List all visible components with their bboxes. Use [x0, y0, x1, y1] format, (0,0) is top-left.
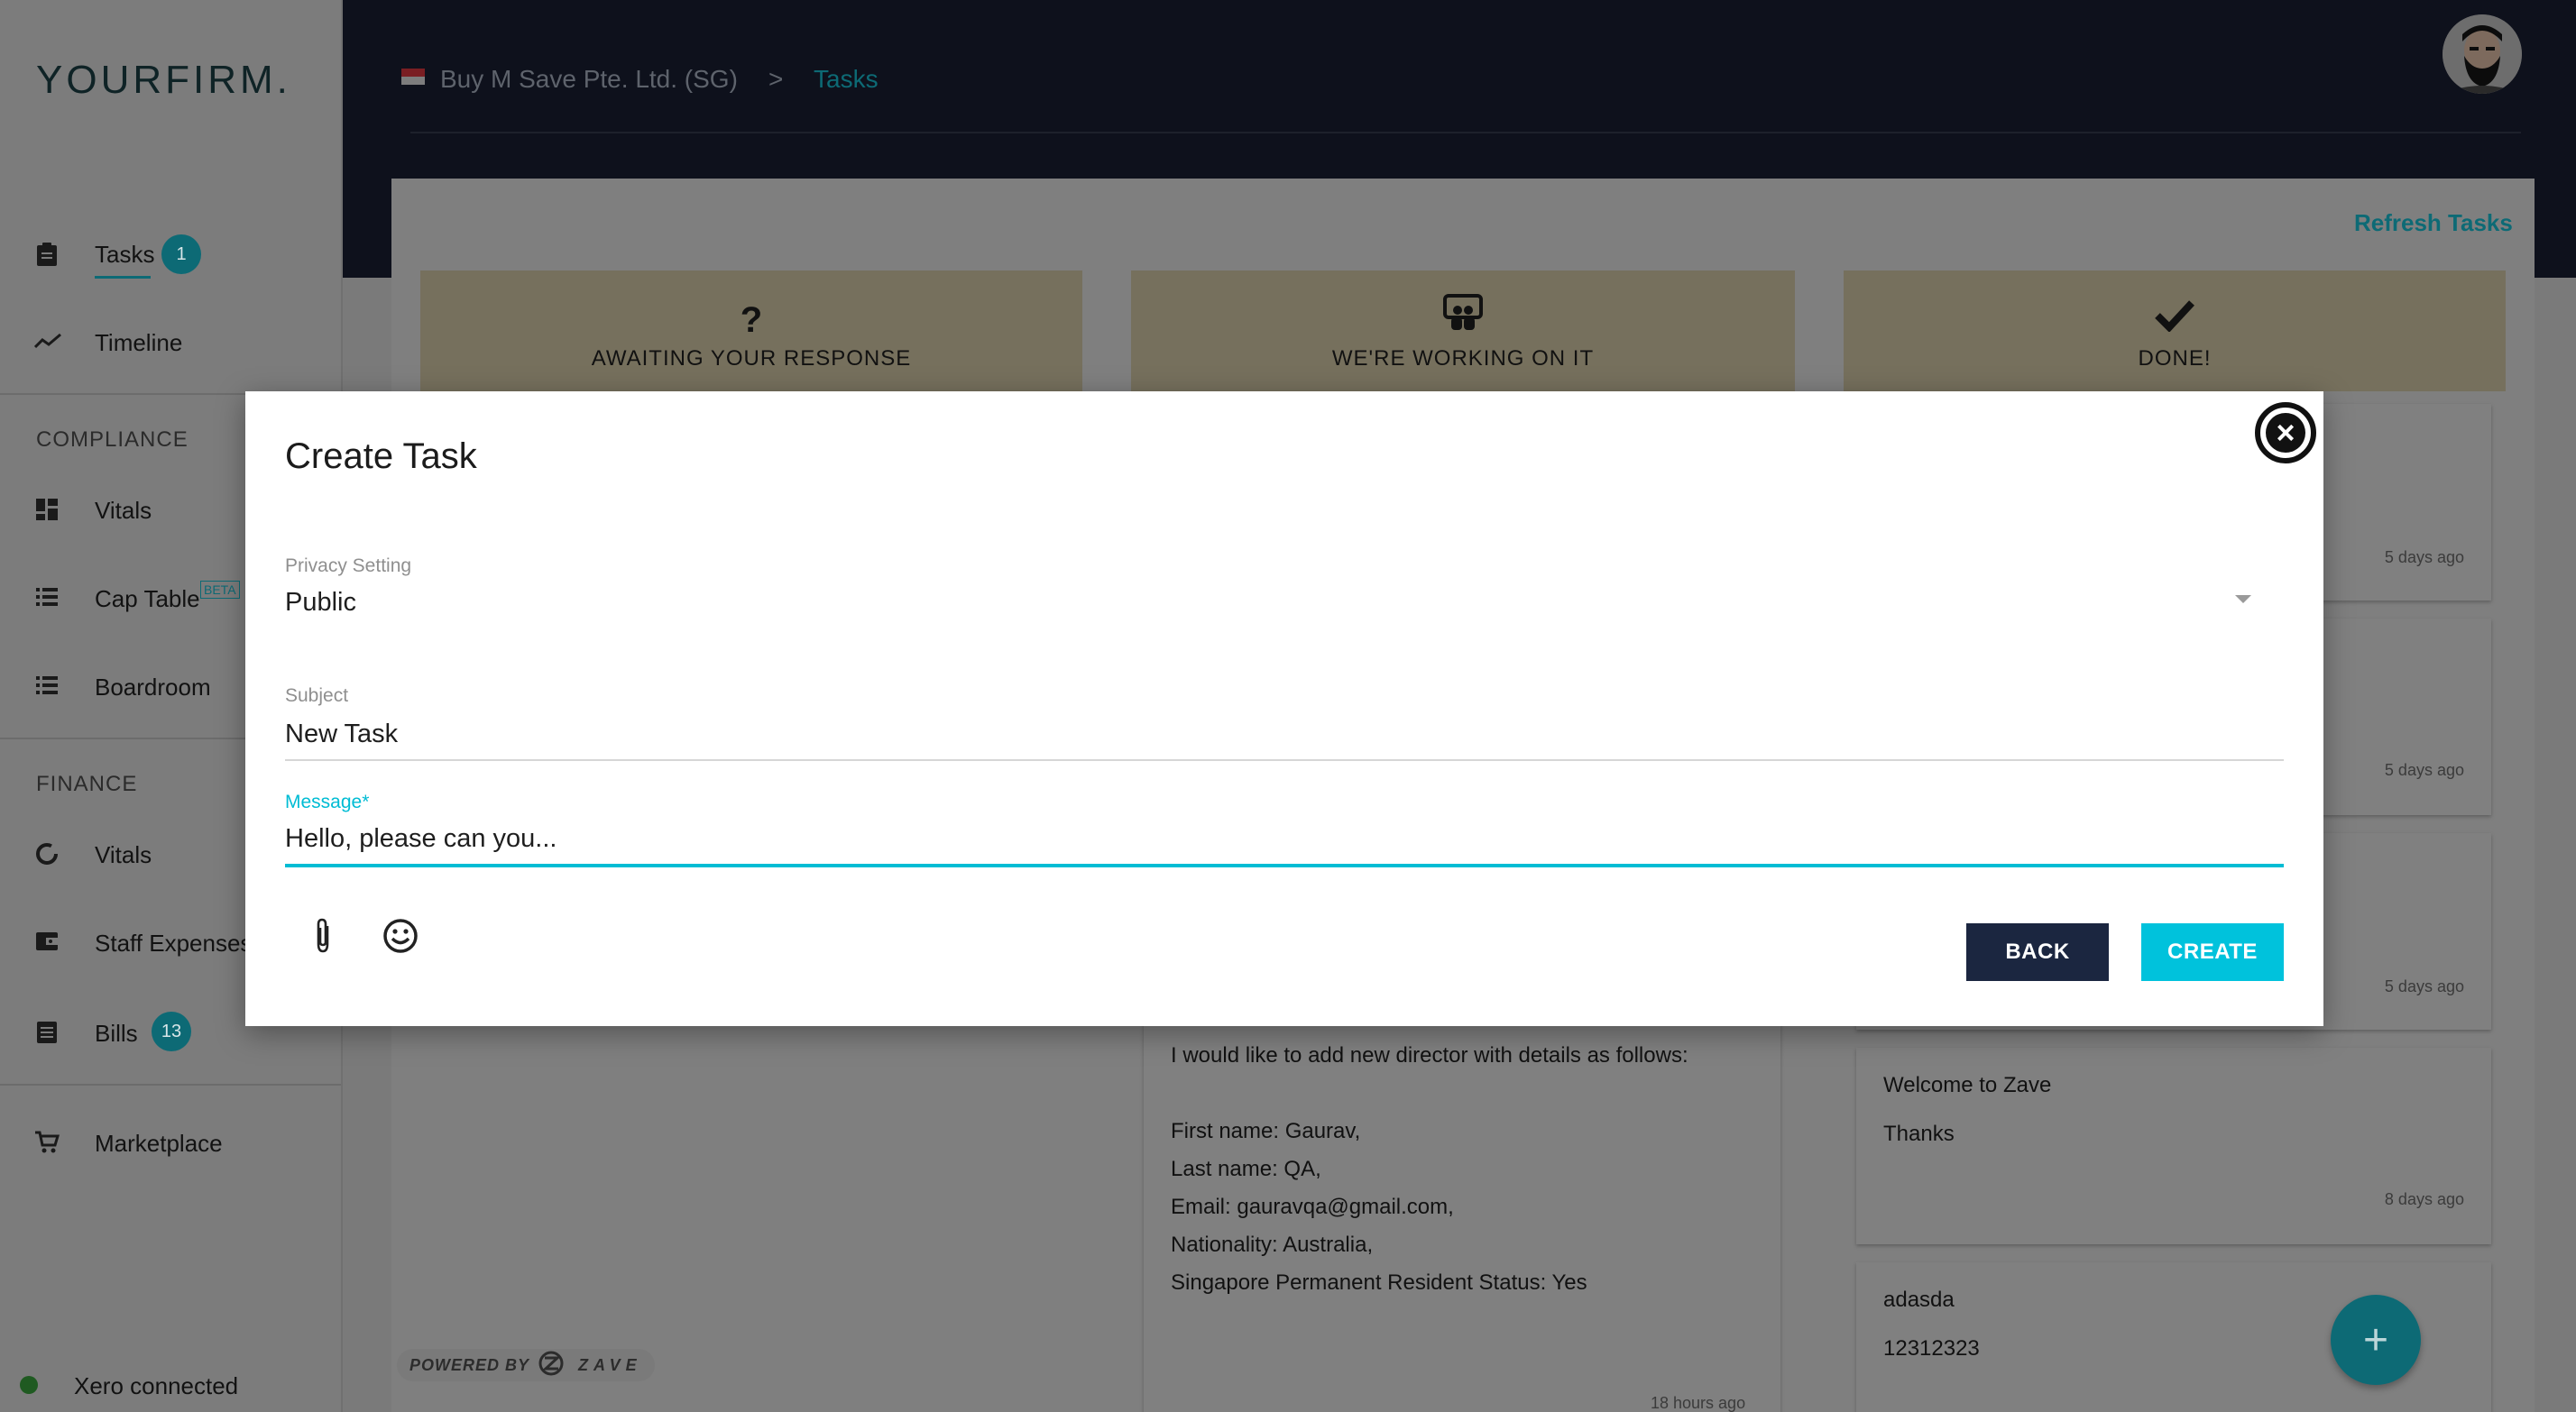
subject-input[interactable]: New Task — [285, 720, 398, 749]
sidebar-item-label: Cap Table — [95, 584, 200, 612]
zave-logo-icon — [538, 1351, 569, 1380]
sidebar-item-timeline[interactable]: Timeline — [0, 316, 341, 370]
task-title: Welcome to Zave — [1883, 1073, 2052, 1097]
message-input[interactable]: Hello, please can you... — [285, 824, 557, 854]
connection-status-dot — [20, 1376, 38, 1394]
add-task-fab[interactable]: + — [2331, 1295, 2421, 1385]
column-header-done: DONE! — [1844, 270, 2506, 391]
xero-status: Xero connected — [74, 1372, 239, 1399]
task-timestamp: 5 days ago — [2384, 977, 2464, 995]
sidebar-item-label: Marketplace — [95, 1129, 223, 1157]
sidebar-item-label: Timeline — [95, 328, 183, 356]
paperclip-icon[interactable] — [303, 916, 343, 956]
column-header-awaiting: ? AWAITING YOUR RESPONSE — [420, 270, 1082, 391]
active-indicator — [95, 276, 151, 279]
sidebar-item-label: Boardroom — [95, 673, 211, 701]
breadcrumb-current: Tasks — [814, 65, 879, 93]
header-divider — [410, 132, 2521, 133]
sidebar-item-label: Tasks — [95, 240, 155, 268]
dashboard-icon — [34, 498, 60, 523]
task-body: 12312323 — [1883, 1336, 1980, 1361]
powered-brand: ZAVE — [578, 1355, 642, 1374]
receipt-icon — [34, 1021, 60, 1046]
cart-icon — [34, 1131, 60, 1156]
list-icon — [34, 674, 60, 700]
close-button[interactable]: × — [2255, 402, 2316, 463]
back-button[interactable]: BACK — [1966, 923, 2109, 981]
subject-label: Subject — [285, 685, 349, 706]
close-icon: × — [2266, 413, 2305, 453]
emoji-icon[interactable] — [381, 916, 420, 956]
logo: YOURFIRM. — [36, 58, 291, 102]
task-timestamp: 5 days ago — [2384, 548, 2464, 566]
task-timestamp: 18 hours ago — [1651, 1394, 1746, 1412]
plus-icon: + — [2362, 1316, 2389, 1364]
question-icon: ? — [740, 300, 763, 340]
tasks-count-badge: 1 — [161, 234, 201, 274]
dropdown-caret-icon[interactable] — [2235, 595, 2251, 603]
sidebar-divider — [0, 1084, 341, 1086]
task-body-line: Nationality: Australia, — [1171, 1233, 1374, 1257]
task-body-line: Singapore Permanent Resident Status: Yes — [1171, 1270, 1587, 1295]
task-body-line: First name: Gaurav, — [1171, 1119, 1361, 1143]
task-timestamp: 8 days ago — [2384, 1190, 2464, 1208]
column-title: AWAITING YOUR RESPONSE — [591, 346, 912, 371]
task-timestamp: 5 days ago — [2384, 761, 2464, 779]
bills-count-badge: 13 — [152, 1012, 191, 1051]
task-title: adasda — [1883, 1288, 1955, 1312]
team-icon — [1442, 294, 1484, 341]
create-button[interactable]: CREATE — [2141, 923, 2284, 981]
sidebar-item-label: Bills — [95, 1019, 138, 1047]
sidebar-item-tasks[interactable]: Tasks 1 — [0, 227, 341, 281]
clipboard-icon — [34, 242, 60, 267]
powered-by-zave: POWERED BY ZAVE — [397, 1349, 655, 1381]
sidebar-item-label: Staff Expenses — [95, 929, 253, 957]
breadcrumb-company[interactable]: Buy M Save Pte. Ltd. (SG) — [440, 65, 738, 94]
create-task-modal: Create Task × Privacy Setting Public Sub… — [245, 391, 2323, 1026]
sidebar-item-marketplace[interactable]: Marketplace — [0, 1116, 341, 1170]
breadcrumb-separator: > — [768, 65, 784, 93]
privacy-label: Privacy Setting — [285, 555, 412, 576]
task-body: Thanks — [1883, 1122, 1955, 1146]
column-title: WE'RE WORKING ON IT — [1331, 346, 1595, 371]
task-body-line: I would like to add new director with de… — [1171, 1043, 1688, 1068]
sidebar-item-label: Vitals — [95, 496, 152, 524]
message-underline — [285, 864, 2284, 867]
privacy-select[interactable]: Public — [285, 588, 356, 618]
section-heading-compliance: COMPLIANCE — [36, 427, 189, 452]
beta-tag: BETA — [200, 581, 240, 599]
modal-title: Create Task — [285, 436, 477, 476]
task-card[interactable]: Welcome to Zave Thanks 8 days ago — [1856, 1048, 2491, 1244]
sg-flag-icon — [401, 69, 425, 85]
section-heading-finance: FINANCE — [36, 772, 138, 796]
task-body-line: Email: gauravqa@gmail.com, — [1171, 1195, 1454, 1219]
message-label: Message* — [285, 792, 370, 812]
user-avatar[interactable] — [2443, 14, 2522, 94]
wallet-icon — [34, 931, 60, 956]
column-header-working: WE'RE WORKING ON IT — [1131, 270, 1795, 391]
list-icon — [34, 586, 60, 611]
subject-underline — [285, 759, 2284, 761]
sidebar-item-label: Vitals — [95, 840, 152, 868]
donut-chart-icon — [34, 842, 60, 867]
check-icon — [2154, 299, 2195, 341]
trend-line-icon — [33, 330, 61, 355]
task-body-line: Last name: QA, — [1171, 1157, 1321, 1181]
powered-by-label: POWERED BY — [409, 1355, 530, 1374]
column-title: DONE! — [2138, 346, 2212, 371]
refresh-tasks-link[interactable]: Refresh Tasks — [2354, 209, 2513, 237]
app-root: YOURFIRM. Tasks 1 Timeline COMPLIANCE Vi… — [0, 0, 2576, 1412]
